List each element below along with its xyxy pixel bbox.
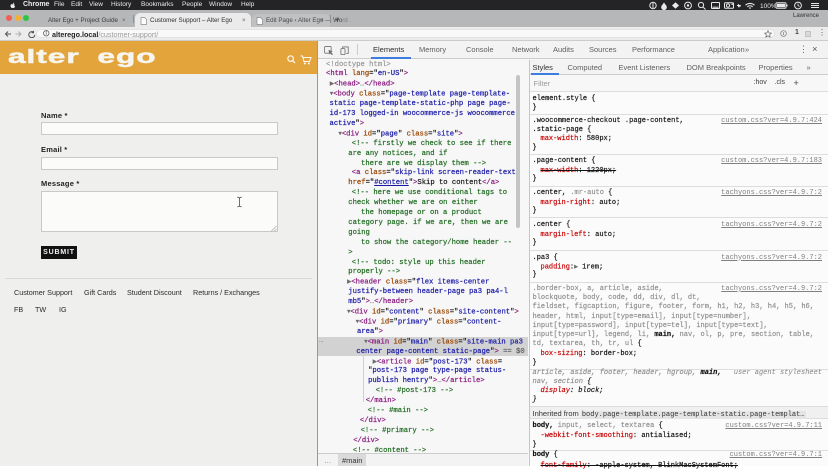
svg-text:100%: 100%	[760, 3, 777, 10]
